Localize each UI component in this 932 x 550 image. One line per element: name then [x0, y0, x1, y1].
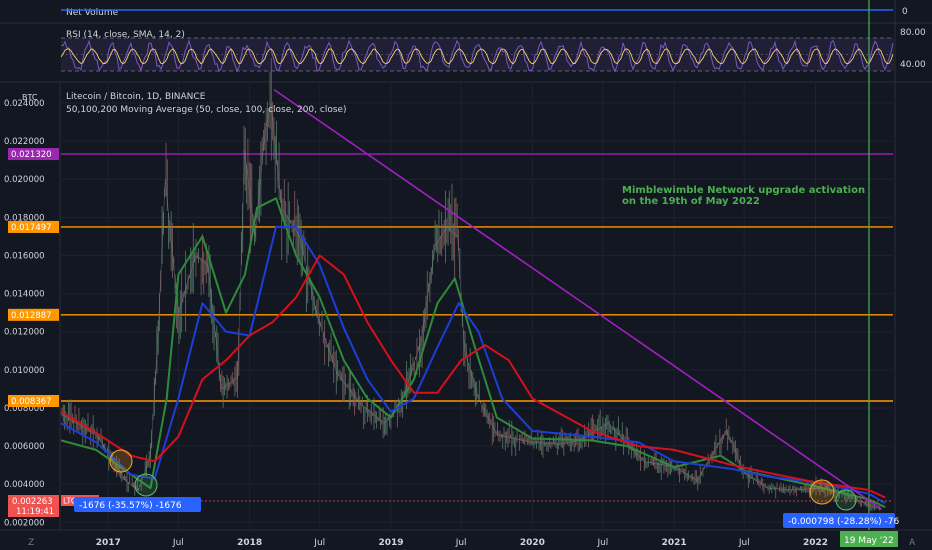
- y-tick-label: 0.004000: [4, 480, 45, 490]
- y-tick-label: 0.020000: [4, 175, 45, 185]
- measure-right[interactable]: -0.000798 (-28.28%) -76: [783, 513, 899, 528]
- x-tick-label: Jul: [313, 538, 325, 548]
- x-tick-label: Jul: [738, 538, 750, 548]
- y-tick-label: 0.002000: [4, 518, 45, 528]
- measure-right-label: -0.000798 (-28.28%) -76: [788, 517, 899, 527]
- rsi-tick-80: 80.00: [900, 28, 926, 38]
- marker-circle-4: [835, 489, 857, 511]
- price-candles: [61, 58, 882, 512]
- level-label-0: 0.021320: [11, 150, 52, 160]
- y-tick-label: 0.014000: [4, 290, 45, 300]
- level-label-3: 0.008367: [11, 397, 52, 407]
- level-label-1: 0.017497: [11, 223, 52, 233]
- marker-circle-3: [809, 479, 835, 505]
- y-tick-label: 0.024000: [4, 99, 45, 109]
- zoom-toggle[interactable]: Z: [28, 538, 34, 548]
- x-tick-label: 2018: [237, 538, 262, 548]
- y-tick-label: 0.016000: [4, 251, 45, 261]
- pane-separators: [0, 0, 932, 531]
- auto-scale-toggle[interactable]: A: [909, 538, 916, 548]
- x-tick-label: 2022: [803, 538, 828, 548]
- measure-left-label: -1676 (-35.57%) -1676: [79, 501, 182, 511]
- annotation-line-2: on the 19th of May 2022: [622, 196, 760, 207]
- annotation-line-1: Mimblewimble Network upgrade activation: [622, 185, 865, 196]
- main-title: Litecoin / Bitcoin, 1D, BINANCE: [66, 92, 206, 102]
- x-tick-label: 2020: [520, 538, 545, 548]
- last-price-value: 0.002263: [12, 497, 53, 507]
- rsi-title: RSI (14, close, SMA, 14, 2): [66, 30, 185, 40]
- y-tick-label: 0.006000: [4, 442, 45, 452]
- marker-circle-2: [134, 473, 158, 497]
- date-marker-tag: 19 May '22: [839, 531, 898, 547]
- measure-left[interactable]: -1676 (-35.57%) -1676: [74, 497, 201, 512]
- y-tick-label: 0.010000: [4, 366, 45, 376]
- main-subtitle: 50,100,200 Moving Average (50, close, 10…: [66, 105, 347, 115]
- x-axis-ticks: 2017 Jul 2018 Jul 2019 Jul 2020 Jul 2021 Jul 2022: [96, 538, 828, 548]
- x-tick-label: Jul: [172, 538, 184, 548]
- y-tick-label: 0.022000: [4, 137, 45, 147]
- moving-average-2: [60, 225, 886, 505]
- level-label-2: 0.012887: [11, 311, 52, 321]
- rsi-tick-40: 40.00: [900, 60, 926, 70]
- price-outline: [60, 102, 882, 510]
- date-marker-label: 19 May '22: [844, 536, 894, 546]
- chart-canvas[interactable]: Net Volume 0 RSI (14, close, SMA, 14, 2)…: [0, 0, 932, 550]
- price-countdown: 11:19:41: [16, 507, 54, 517]
- net-volume-zero-label: 0: [902, 7, 908, 17]
- x-tick-label: Jul: [455, 538, 467, 548]
- x-tick-label: Jul: [596, 538, 608, 548]
- y-tick-label: 0.012000: [4, 328, 45, 338]
- x-tick-label: 2019: [378, 538, 403, 548]
- marker-circle-1: [109, 449, 133, 473]
- x-tick-label: 2017: [96, 538, 121, 548]
- price-series: [60, 102, 886, 510]
- x-tick-label: 2021: [662, 538, 687, 548]
